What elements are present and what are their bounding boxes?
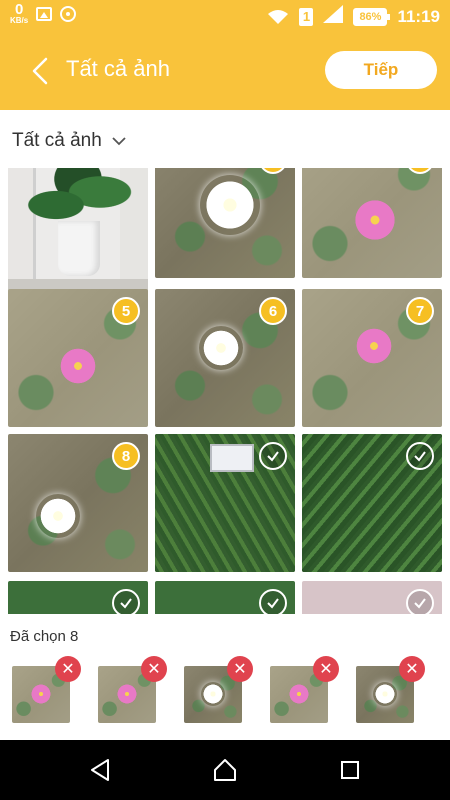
album-selector-row: Tất cả ảnh: [0, 110, 450, 168]
photo-cell[interactable]: 6: [155, 289, 295, 427]
photo-cell[interactable]: 5: [8, 289, 148, 427]
selection-badge[interactable]: 6: [259, 297, 287, 325]
gallery-notification-icon: [36, 6, 53, 21]
garden-sign: [210, 444, 254, 472]
selected-check-icon[interactable]: [406, 442, 434, 470]
selected-check-icon[interactable]: [259, 589, 287, 614]
system-nav-bar: [0, 740, 450, 800]
close-icon[interactable]: ✕: [227, 656, 253, 682]
next-button[interactable]: Tiếp: [325, 51, 437, 89]
battery-percent: 86%: [355, 9, 386, 24]
sim-slot-indicator: 1: [299, 7, 314, 26]
selected-check-icon[interactable]: [112, 589, 140, 614]
selected-check-icon[interactable]: [259, 442, 287, 470]
page-title: Tất cả ảnh: [66, 56, 170, 81]
triangle-back-icon[interactable]: [86, 756, 114, 784]
app-header: Tất cả ảnh Tiếp: [0, 34, 450, 110]
photo-cell[interactable]: [8, 168, 148, 304]
sync-notification-icon: [60, 5, 77, 22]
selected-count-label: Đã chọn 8: [10, 628, 79, 645]
selected-thumbnails: ✕ ✕ ✕ ✕ ✕: [0, 652, 450, 740]
network-speed-value: 0: [14, 1, 24, 18]
close-icon[interactable]: ✕: [141, 656, 167, 682]
photo-cell[interactable]: [302, 168, 442, 278]
clock: 11:19: [397, 6, 440, 26]
selected-tray: Đã chọn 8 ✕ ✕ ✕ ✕ ✕: [0, 614, 450, 740]
selection-badge[interactable]: 7: [406, 297, 434, 325]
wifi-icon: [267, 9, 289, 25]
photo-cell[interactable]: [302, 434, 442, 572]
close-icon[interactable]: ✕: [313, 656, 339, 682]
close-icon[interactable]: ✕: [399, 656, 425, 682]
photo-cell[interactable]: 7: [302, 289, 442, 427]
battery-indicator: 86%: [353, 7, 391, 26]
album-dropdown-label: Tất cả ảnh: [12, 130, 102, 151]
back-icon[interactable]: [28, 56, 54, 86]
photo-grid: 5 6 7 8: [8, 168, 442, 614]
photo-cell[interactable]: [302, 581, 442, 614]
network-speed-unit: KB/s: [10, 16, 29, 25]
close-icon[interactable]: ✕: [55, 656, 81, 682]
status-bar: 0 KB/s 1 86% 11:19: [0, 0, 450, 34]
square-recents-icon[interactable]: [336, 756, 364, 784]
home-icon[interactable]: [211, 756, 239, 784]
photo-cell[interactable]: [8, 581, 148, 614]
selection-badge[interactable]: 5: [112, 297, 140, 325]
photo-cell[interactable]: [155, 434, 295, 572]
photo-cell[interactable]: [155, 581, 295, 614]
signal-icon: [323, 5, 344, 28]
network-speed: 0 KB/s: [10, 2, 28, 25]
album-dropdown[interactable]: Tất cả ảnh: [12, 130, 126, 152]
selection-badge[interactable]: 8: [112, 442, 140, 470]
chevron-down-icon: [112, 137, 126, 146]
selected-check-icon[interactable]: [406, 589, 434, 614]
photo-cell[interactable]: 8: [8, 434, 148, 572]
photo-cell[interactable]: [155, 168, 295, 278]
